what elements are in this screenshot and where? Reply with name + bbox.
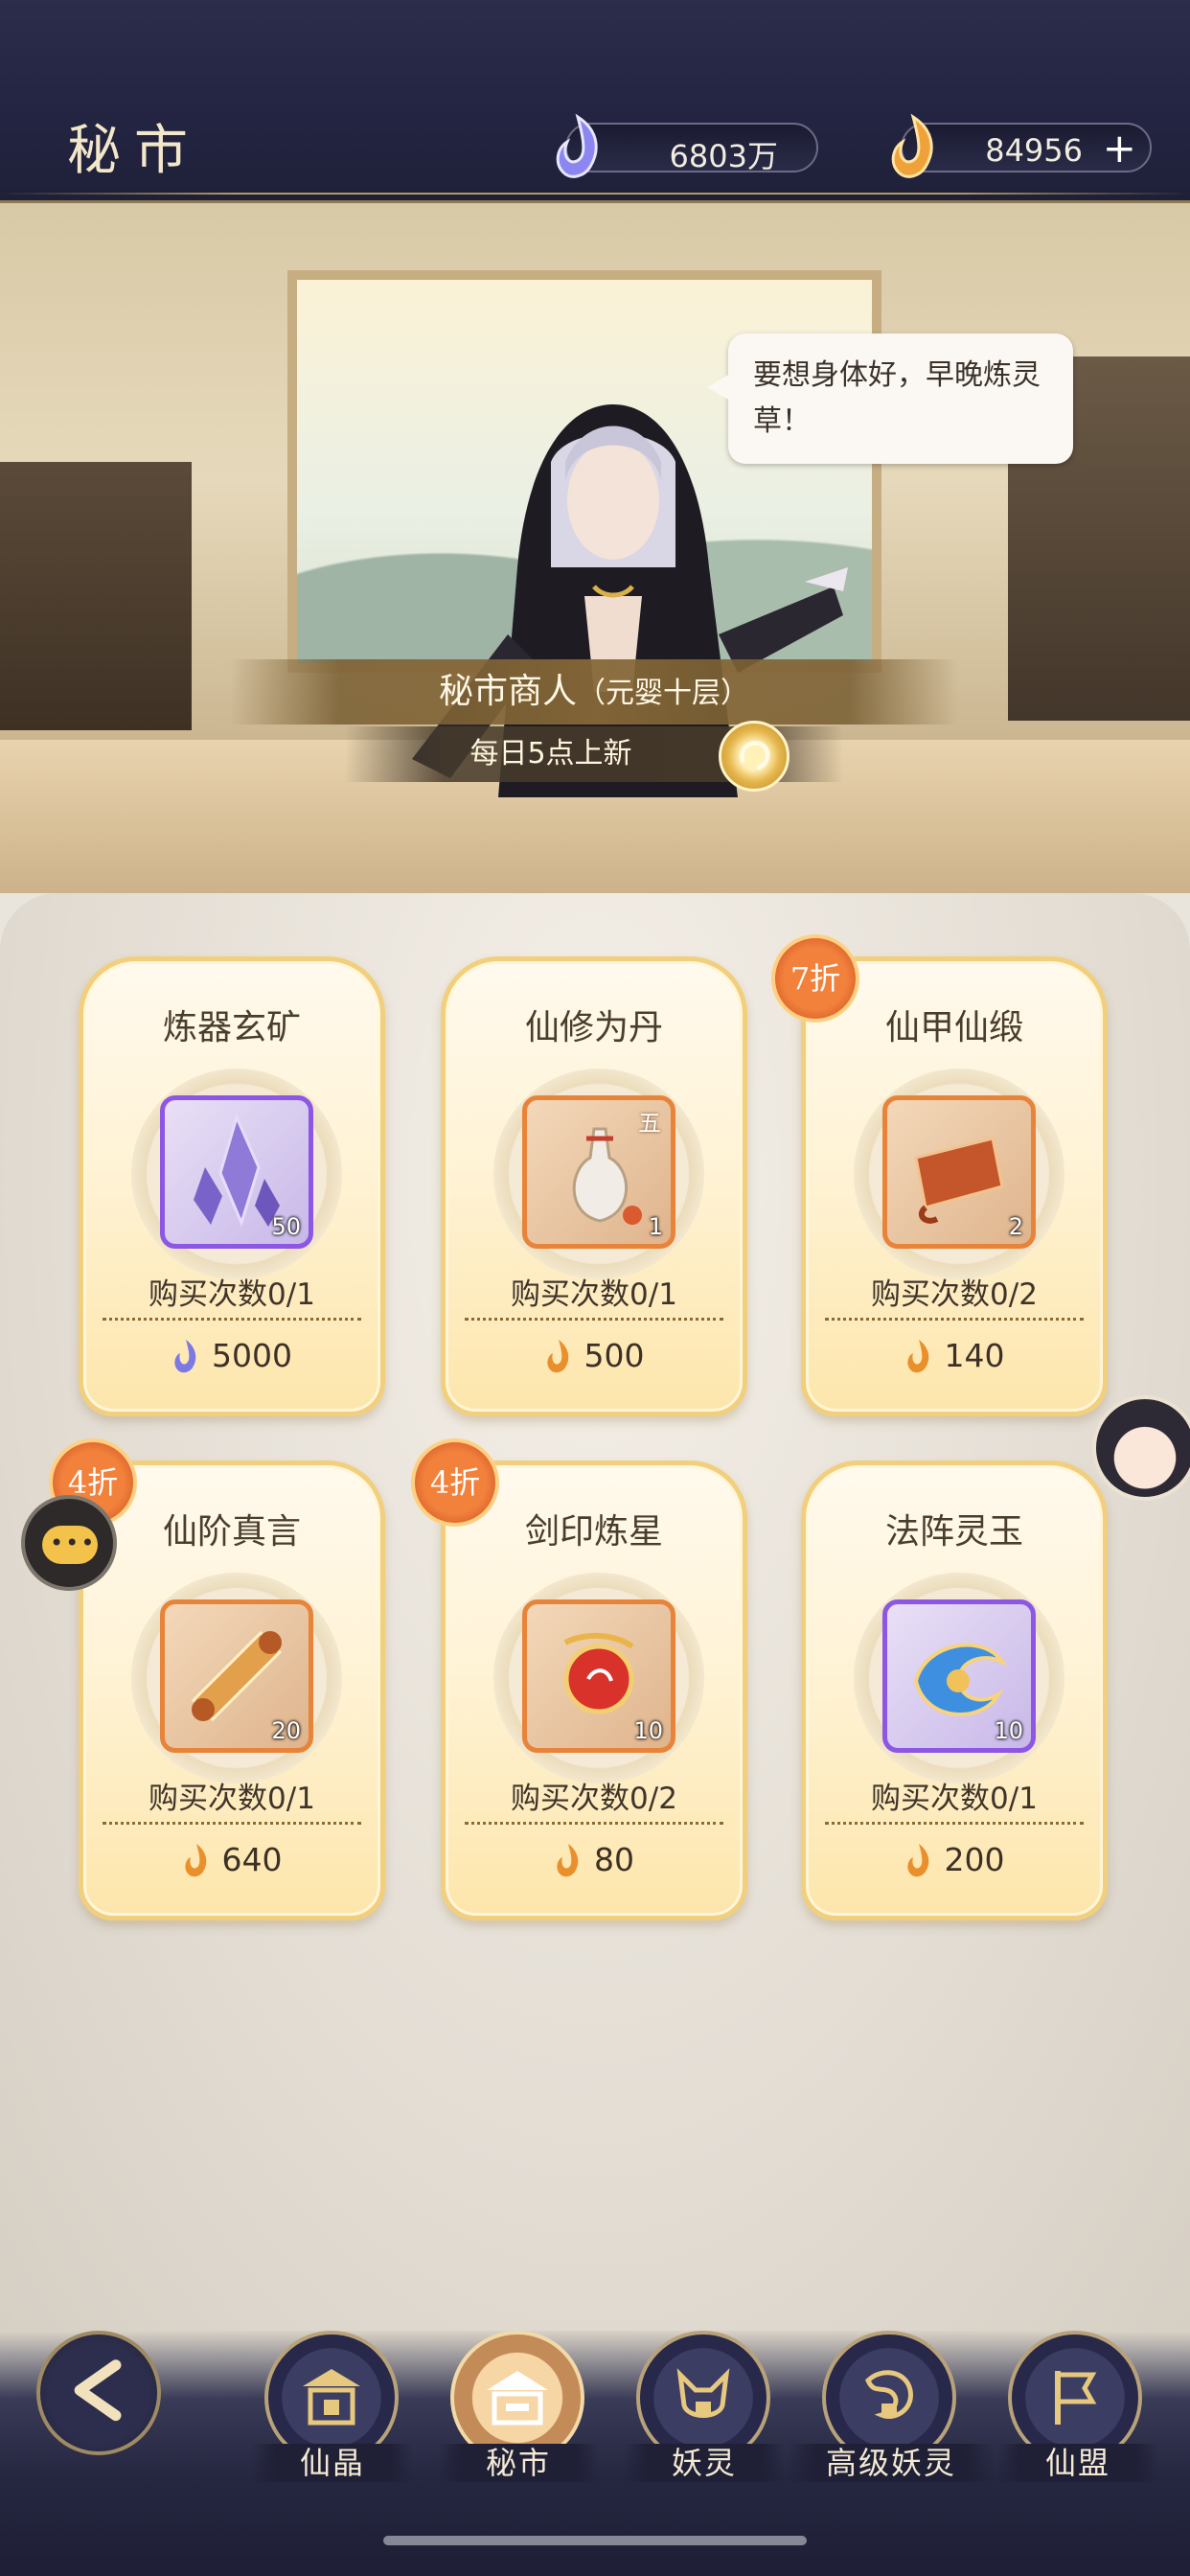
price-value: 500 [584, 1337, 645, 1374]
item-quantity: 50 [271, 1213, 301, 1240]
divider [103, 1318, 361, 1321]
market-stall-icon [487, 2371, 548, 2426]
alliance-banner-icon [1055, 2371, 1097, 2425]
purchase-limit: 购买次数0/1 [511, 1277, 677, 1312]
refresh-button[interactable] [719, 721, 790, 792]
price-value: 640 [221, 1841, 283, 1878]
tab-label[interactable]: 仙盟 [996, 2444, 1159, 2482]
shop-item-card[interactable]: 法阵灵玉 10 购买次数0/1 200 [801, 1460, 1108, 1920]
item-title: 仙修为丹 [524, 1008, 663, 1047]
item-title: 法阵灵玉 [884, 1512, 1023, 1552]
item-title: 剑印炼星 [524, 1512, 663, 1552]
back-button[interactable] [36, 2331, 161, 2455]
purchase-limit: 购买次数0/1 [149, 1782, 315, 1816]
item-icon-frame: 10 [882, 1599, 1036, 1753]
gold-amount: 84956 [985, 132, 1083, 169]
item-title: 仙阶真言 [162, 1512, 301, 1552]
dragon-spirit-icon [865, 2370, 913, 2419]
scene-shelf [0, 462, 192, 730]
item-quantity: 20 [271, 1717, 301, 1744]
tab-label[interactable]: 高级妖灵 [786, 2444, 996, 2482]
shop-item-card[interactable]: 4折 剑印炼星 10 购买次数0/2 80 [411, 1438, 747, 1920]
price-value: 80 [594, 1841, 634, 1878]
spirit-flame-icon [906, 1340, 928, 1373]
item-quantity: 10 [633, 1717, 663, 1744]
item-grade: 五 [638, 1110, 661, 1137]
item-quantity: 2 [1008, 1213, 1023, 1240]
price-value: 200 [944, 1841, 1005, 1878]
item-price[interactable]: 200 [806, 1841, 1103, 1880]
top-header: 秘市 6803万 84956 + [0, 0, 1190, 203]
purchase-limit: 购买次数0/2 [511, 1782, 677, 1816]
spirit-flame-icon [891, 113, 933, 178]
item-icon-frame: 2 [882, 1095, 1036, 1249]
spirit-jade-icon [174, 1340, 196, 1373]
shop-item-card[interactable]: 炼器玄矿 50 购买次数0/1 5000 [79, 956, 385, 1416]
item-icon-frame: 10 [522, 1599, 675, 1753]
chat-button[interactable] [21, 1495, 117, 1591]
divider [465, 1822, 723, 1825]
purchase-limit: 购买次数0/1 [871, 1782, 1038, 1816]
tab-label[interactable]: 妖灵 [623, 2444, 786, 2482]
jade-amount: 6803万 [669, 138, 778, 174]
item-icon-frame: 五 1 [522, 1095, 675, 1249]
pavilion-icon [303, 2369, 360, 2426]
jade-currency[interactable]: 6803万 [556, 113, 818, 178]
price-value: 5000 [212, 1337, 292, 1374]
item-title: 炼器玄矿 [162, 1008, 301, 1047]
add-gold-button[interactable]: + [1103, 128, 1136, 169]
back-arrow-icon [74, 2359, 122, 2422]
merchant-realm: （元婴十层） [577, 677, 749, 710]
divider [825, 1318, 1084, 1321]
shop-item-card[interactable]: 7折 仙甲仙缎 2 购买次数0/2 140 [771, 934, 1108, 1416]
home-indicator [383, 2536, 807, 2545]
divider [465, 1318, 723, 1321]
divider [103, 1822, 361, 1825]
tab-label[interactable]: 秘市 [437, 2444, 600, 2482]
item-price[interactable]: 500 [446, 1337, 743, 1376]
spirit-flame-icon [557, 1844, 579, 1877]
item-price[interactable]: 80 [446, 1841, 743, 1880]
divider [825, 1822, 1084, 1825]
spirit-jade-icon [556, 113, 598, 178]
merchant-name-banner: 秘市商人（元婴十层） [230, 659, 958, 724]
refresh-icon [740, 741, 770, 770]
chat-bubble-icon [42, 1526, 98, 1564]
merchant-scene: 要想身体好，早晚炼灵草！ 秘市商人（元婴十层） 每日5点上新 [0, 203, 1190, 893]
item-price[interactable]: 640 [83, 1841, 380, 1880]
merchant-speech-bubble: 要想身体好，早晚炼灵草！ [707, 334, 1073, 464]
gold-currency[interactable]: 84956 + [891, 113, 1152, 178]
item-title: 仙甲仙缎 [884, 1008, 1023, 1047]
merchant-name: 秘市商人 [438, 672, 577, 711]
spirit-flame-icon [184, 1844, 206, 1877]
spirit-flame-icon [906, 1844, 928, 1877]
assistant-avatar[interactable] [1092, 1395, 1190, 1501]
tab-label[interactable]: 仙晶 [251, 2444, 414, 2482]
page-title: 秘市 [67, 120, 201, 182]
refresh-text: 每日5点上新 [469, 737, 632, 770]
purchase-limit: 购买次数0/1 [149, 1277, 315, 1312]
item-price[interactable]: 5000 [83, 1337, 380, 1376]
shop-item-card[interactable]: 4折 仙阶真言 20 购买次数0/1 640 [49, 1438, 385, 1920]
shop-item-card[interactable]: 仙修为丹 五 1 购买次数0/1 500 [441, 956, 747, 1416]
item-icon-frame: 20 [160, 1599, 313, 1753]
item-quantity: 1 [648, 1213, 663, 1240]
item-icon-frame: 50 [160, 1095, 313, 1249]
item-price[interactable]: 140 [806, 1337, 1103, 1376]
item-quantity: 10 [994, 1717, 1023, 1744]
fox-spirit-icon [676, 2368, 730, 2418]
price-value: 140 [944, 1337, 1005, 1374]
spirit-flame-icon [546, 1340, 568, 1373]
purchase-limit: 购买次数0/2 [871, 1277, 1038, 1312]
